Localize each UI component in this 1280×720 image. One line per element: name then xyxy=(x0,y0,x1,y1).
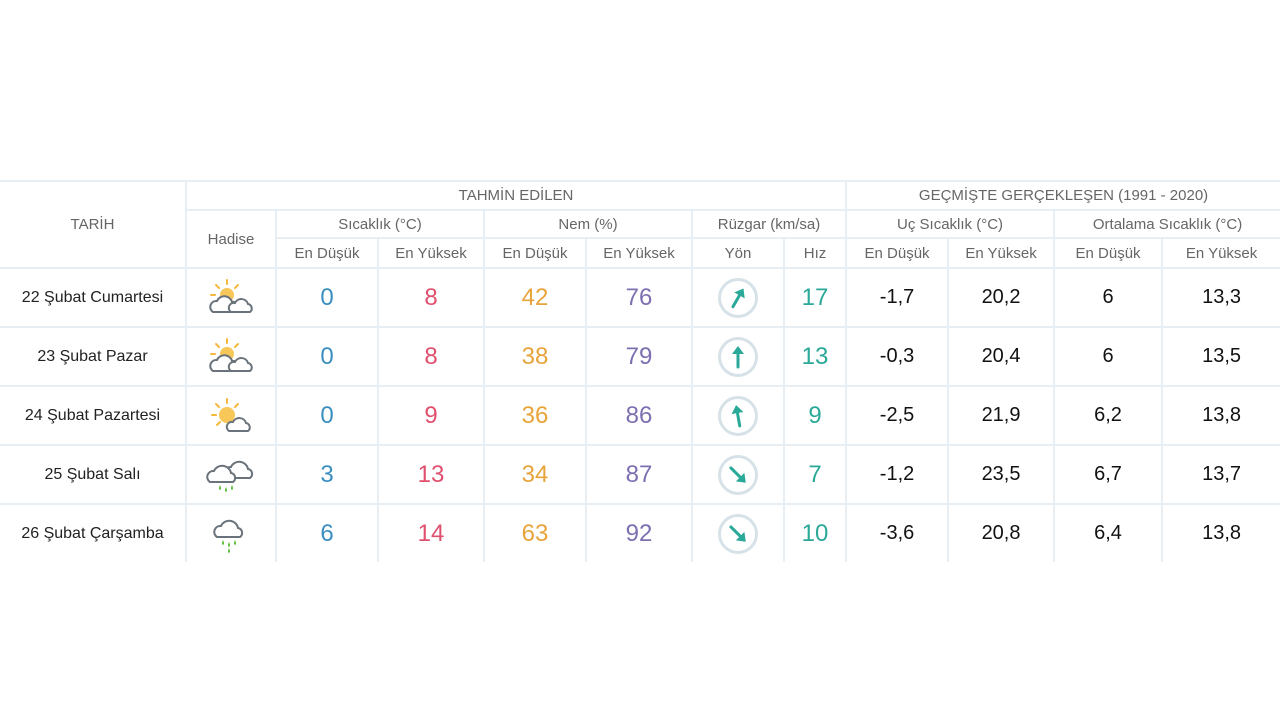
table-row: 26 Şubat Çarşamba 6 14 63 92 10 -3,6 20,8 6,4 13,… xyxy=(0,503,1280,562)
extreme-high-cell: 20,2 xyxy=(947,267,1056,328)
humidity-high-cell: 79 xyxy=(585,326,693,387)
date-cell: 26 Şubat Çarşamba xyxy=(0,503,187,562)
extreme-high-cell: 20,8 xyxy=(947,503,1056,562)
subheader-extreme-low: En Düşük xyxy=(845,237,950,269)
subheader-average-low: En Düşük xyxy=(1053,237,1164,269)
subheader-humidity-low: En Düşük xyxy=(483,237,587,269)
wind-direction-arrow-icon xyxy=(718,336,758,377)
average-low-cell: 6 xyxy=(1053,326,1164,387)
wind-direction-arrow-icon xyxy=(718,454,758,495)
table-row: 22 Şubat Cumartesi 0 8 42 76 17 -1,7 20,2 6 13,3 xyxy=(0,267,1280,328)
table-row: 24 Şubat Pazartesi 0 9 36 86 9 -2,5 21,9 6,2 13,8 xyxy=(0,385,1280,446)
column-header-temperature: Sıcaklık (°C) xyxy=(275,209,485,239)
wind-speed-cell: 9 xyxy=(782,385,848,446)
date-cell: 24 Şubat Pazartesi xyxy=(0,385,187,446)
wind-speed-cell: 10 xyxy=(782,503,848,562)
date-cell: 23 Şubat Pazar xyxy=(0,326,187,387)
column-header-humidity: Nem (%) xyxy=(483,209,693,239)
average-low-cell: 6,4 xyxy=(1053,503,1164,562)
extreme-low-cell: -1,7 xyxy=(845,267,950,328)
wind-direction-cell xyxy=(691,503,785,562)
partly-cloudy-icon xyxy=(207,337,255,372)
extreme-low-cell: -2,5 xyxy=(845,385,950,446)
wind-speed-cell: 7 xyxy=(782,444,848,505)
extreme-low-cell: -1,2 xyxy=(845,444,950,505)
wind-speed-cell: 17 xyxy=(782,267,848,328)
column-header-average-temp: Ortalama Sıcaklık (°C) xyxy=(1053,209,1280,239)
subheader-wind-speed: Hız xyxy=(782,237,848,269)
temp-high-cell: 13 xyxy=(377,444,485,505)
weather-cell xyxy=(185,326,277,387)
wind-direction-arrow-icon xyxy=(718,277,758,318)
average-high-cell: 13,8 xyxy=(1161,385,1280,446)
date-cell: 25 Şubat Salı xyxy=(0,444,187,505)
average-high-cell: 13,7 xyxy=(1161,444,1280,505)
humidity-low-cell: 38 xyxy=(483,326,587,387)
column-header-event: Hadise xyxy=(185,209,277,269)
average-low-cell: 6 xyxy=(1053,267,1164,328)
wind-direction-arrow-icon xyxy=(718,395,758,436)
weather-cell xyxy=(185,267,277,328)
extreme-high-cell: 21,9 xyxy=(947,385,1056,446)
humidity-low-cell: 36 xyxy=(483,385,587,446)
column-header-wind: Rüzgar (km/sa) xyxy=(690,209,848,239)
extreme-high-cell: 23,5 xyxy=(947,444,1056,505)
average-high-cell: 13,8 xyxy=(1161,503,1280,562)
wind-direction-cell xyxy=(691,385,785,446)
subheader-extreme-high: En Yüksek xyxy=(947,237,1056,269)
subheader-temp-high: En Yüksek xyxy=(377,237,485,269)
temp-low-cell: 0 xyxy=(275,385,379,446)
subheader-average-high: En Yüksek xyxy=(1161,237,1280,269)
date-cell: 22 Şubat Cumartesi xyxy=(0,267,187,328)
subheader-temp-low: En Düşük xyxy=(275,237,379,269)
humidity-low-cell: 63 xyxy=(483,503,587,562)
temp-high-cell: 8 xyxy=(377,267,485,328)
forecast-table: TARİH TAHMİN EDİLEN GEÇMİŞTE GERÇEKLEŞEN… xyxy=(0,180,1280,562)
humidity-low-cell: 42 xyxy=(483,267,587,328)
temp-high-cell: 8 xyxy=(377,326,485,387)
wind-speed-cell: 13 xyxy=(782,326,848,387)
wind-direction-cell xyxy=(691,444,785,505)
temp-low-cell: 3 xyxy=(275,444,379,505)
column-header-date: TARİH xyxy=(0,180,187,269)
partly-cloudy-icon xyxy=(207,278,255,313)
mostly-sunny-icon xyxy=(207,397,255,432)
temp-low-cell: 0 xyxy=(275,326,379,387)
extreme-low-cell: -0,3 xyxy=(845,326,950,387)
cloudy-rain-icon xyxy=(205,460,257,492)
extreme-high-cell: 20,4 xyxy=(947,326,1056,387)
group-header-history: GEÇMİŞTE GERÇEKLEŞEN (1991 - 2020) xyxy=(845,180,1280,211)
average-high-cell: 13,3 xyxy=(1161,267,1280,328)
temp-high-cell: 14 xyxy=(377,503,485,562)
temp-low-cell: 0 xyxy=(275,267,379,328)
temp-low-cell: 6 xyxy=(275,503,379,562)
rain-icon xyxy=(209,519,253,553)
subheader-humidity-high: En Yüksek xyxy=(585,237,693,269)
average-low-cell: 6,2 xyxy=(1053,385,1164,446)
wind-direction-cell xyxy=(691,267,785,328)
column-header-extreme-temp: Uç Sıcaklık (°C) xyxy=(845,209,1056,239)
weather-cell xyxy=(185,385,277,446)
humidity-low-cell: 34 xyxy=(483,444,587,505)
humidity-high-cell: 76 xyxy=(585,267,693,328)
subheader-wind-direction: Yön xyxy=(691,237,785,269)
wind-direction-arrow-icon xyxy=(718,513,758,554)
humidity-high-cell: 86 xyxy=(585,385,693,446)
table-row: 25 Şubat Salı 3 13 34 87 7 -1,2 23,5 6,7 13,7 xyxy=(0,444,1280,505)
weather-cell xyxy=(185,444,277,505)
wind-direction-cell xyxy=(691,326,785,387)
group-header-forecast: TAHMİN EDİLEN xyxy=(184,180,848,211)
humidity-high-cell: 87 xyxy=(585,444,693,505)
extreme-low-cell: -3,6 xyxy=(845,503,950,562)
table-row: 23 Şubat Pazar 0 8 38 79 13 -0,3 20,4 6 13,5 xyxy=(0,326,1280,387)
humidity-high-cell: 92 xyxy=(585,503,693,562)
forecast-table-container: TARİH TAHMİN EDİLEN GEÇMİŞTE GERÇEKLEŞEN… xyxy=(0,180,1280,562)
average-high-cell: 13,5 xyxy=(1161,326,1280,387)
temp-high-cell: 9 xyxy=(377,385,485,446)
weather-cell xyxy=(185,503,277,562)
average-low-cell: 6,7 xyxy=(1053,444,1164,505)
